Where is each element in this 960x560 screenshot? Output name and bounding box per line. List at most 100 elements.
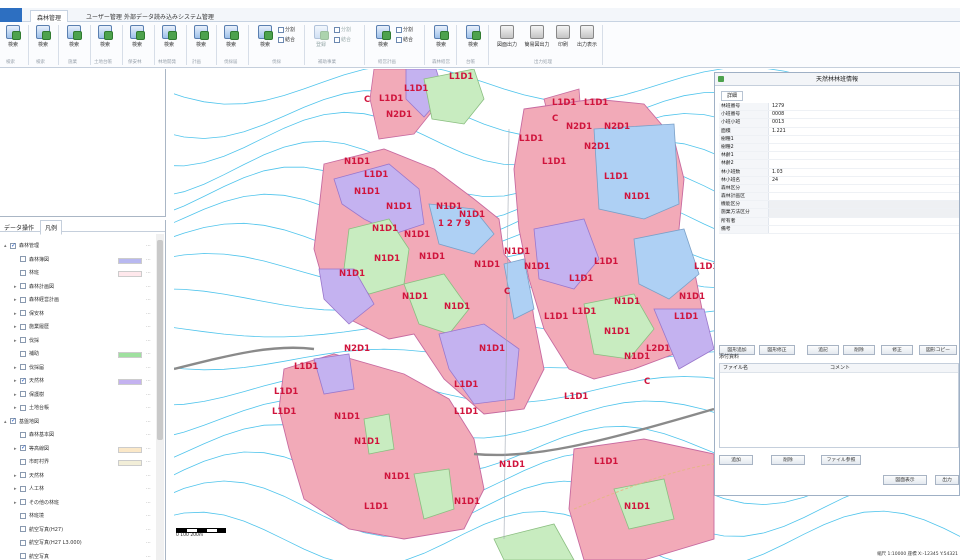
layer-options-icon[interactable]: ⋯ xyxy=(146,432,151,438)
layer-options-icon[interactable]: ⋯ xyxy=(146,378,151,384)
file-tab[interactable] xyxy=(0,8,22,22)
column-comment[interactable]: コメント xyxy=(830,364,850,373)
layer-options-icon[interactable]: ⋯ xyxy=(146,297,151,303)
copy-shape-button[interactable]: 図形コピー xyxy=(919,345,957,355)
layer-options-icon[interactable]: ⋯ xyxy=(146,513,151,519)
split-toggle-3[interactable]: 分割 xyxy=(396,26,413,33)
layer-visibility-checkbox[interactable] xyxy=(20,499,26,505)
layer-options-icon[interactable]: ⋯ xyxy=(146,473,151,479)
layer-row[interactable]: 補助 ⋯ xyxy=(14,350,154,361)
layer-visibility-checkbox[interactable] xyxy=(20,458,26,465)
attribute-value[interactable] xyxy=(769,185,959,192)
map-output-button[interactable]: 図面出力 xyxy=(494,24,520,54)
attribute-value[interactable] xyxy=(769,193,959,200)
layer-row[interactable]: 林班 ⋯ xyxy=(14,269,154,280)
append-button[interactable]: 追記 xyxy=(807,345,839,355)
layer-options-icon[interactable]: ⋯ xyxy=(146,365,151,371)
delete-file-button[interactable]: 削除 xyxy=(771,455,805,465)
layer-visibility-checkbox[interactable] xyxy=(20,310,26,316)
tab-system-management[interactable]: システム管理 xyxy=(172,10,220,22)
layer-row[interactable]: ▸ その他の林班 ⋯ xyxy=(14,499,154,510)
search-button-8[interactable]: 検索 xyxy=(220,24,242,54)
layer-visibility-checkbox[interactable] xyxy=(20,444,26,451)
print-button[interactable]: 印刷 xyxy=(552,24,574,54)
layer-row[interactable]: ▸ 伐採届 ⋯ xyxy=(14,364,154,375)
layer-row[interactable]: 航空写真 ⋯ xyxy=(14,553,154,560)
layer-options-icon[interactable]: ⋯ xyxy=(146,554,151,560)
layer-visibility-checkbox[interactable] xyxy=(20,283,26,289)
delete-button[interactable]: 削除 xyxy=(843,345,875,355)
attribute-value[interactable] xyxy=(769,201,959,209)
split-toggle-1[interactable]: 分割 xyxy=(278,26,295,33)
layer-options-icon[interactable]: ⋯ xyxy=(146,500,151,506)
layer-row[interactable]: ▸ 保安林 ⋯ xyxy=(14,310,154,321)
layer-visibility-checkbox[interactable] xyxy=(20,391,26,397)
search-button-10[interactable]: 検索 xyxy=(372,24,394,54)
layer-row[interactable]: 林班境 ⋯ xyxy=(14,512,154,523)
layer-options-icon[interactable]: ⋯ xyxy=(146,257,151,263)
layer-visibility-checkbox[interactable] xyxy=(20,364,26,370)
layer-row[interactable]: ▸ 土地台帳 ⋯ xyxy=(14,404,154,415)
attribute-value[interactable]: 1.221 xyxy=(769,128,959,135)
layer-visibility-checkbox[interactable] xyxy=(20,539,26,546)
search-button-2[interactable]: 検索 xyxy=(32,24,54,54)
attribute-value[interactable] xyxy=(769,144,959,151)
layer-row[interactable]: ▸天然林⋯ xyxy=(14,472,154,483)
layer-row[interactable]: ▸等高線図⋯ xyxy=(14,444,154,456)
search-button-5[interactable]: 検索 xyxy=(126,24,148,54)
layer-row[interactable]: ▸ 森林計画図 ⋯ xyxy=(14,283,154,294)
merge-toggle-2[interactable]: 結合 xyxy=(334,36,351,43)
layer-options-icon[interactable]: ⋯ xyxy=(146,419,151,425)
layer-options-icon[interactable]: ⋯ xyxy=(146,270,151,276)
tab-data-operation[interactable]: データ操作 xyxy=(0,221,38,234)
layer-visibility-checkbox[interactable] xyxy=(20,323,26,330)
layer-visibility-checkbox[interactable] xyxy=(20,526,26,532)
simple-map-output-button[interactable]: 簡易図出力 xyxy=(524,24,550,54)
layer-visibility-checkbox[interactable] xyxy=(20,512,26,519)
layer-options-icon[interactable]: ⋯ xyxy=(146,405,151,411)
layer-options-icon[interactable]: ⋯ xyxy=(146,459,151,465)
merge-toggle-1[interactable]: 結合 xyxy=(278,36,295,43)
attribute-value[interactable] xyxy=(769,218,959,225)
attribute-value[interactable]: 24 xyxy=(769,177,959,184)
browse-file-button[interactable]: ファイル参照 xyxy=(821,455,861,465)
layer-visibility-checkbox[interactable] xyxy=(10,417,16,424)
pin-icon[interactable] xyxy=(718,76,724,82)
layer-options-icon[interactable]: ⋯ xyxy=(146,527,151,533)
attribute-value[interactable] xyxy=(769,152,959,159)
search-button-6[interactable]: 検索 xyxy=(158,24,180,54)
merge-toggle-3[interactable]: 結合 xyxy=(396,36,413,43)
output-button[interactable]: 出力 xyxy=(935,475,959,485)
attribute-value[interactable]: 1.03 xyxy=(769,169,959,176)
layer-options-icon[interactable]: ⋯ xyxy=(146,284,151,290)
search-button-12[interactable]: 検索 xyxy=(462,24,484,54)
search-button-1[interactable]: 検索 xyxy=(2,24,24,54)
register-button[interactable]: 登録 xyxy=(310,24,332,54)
add-file-button[interactable]: 追加 xyxy=(719,455,753,465)
search-button-3[interactable]: 検索 xyxy=(63,24,85,54)
attribute-value[interactable] xyxy=(769,209,959,217)
layer-visibility-checkbox[interactable] xyxy=(20,377,26,384)
layer-row[interactable]: 市町村界 ⋯ xyxy=(14,458,154,469)
tab-detail[interactable]: 詳細 xyxy=(721,91,743,101)
layer-visibility-checkbox[interactable] xyxy=(20,256,26,262)
layer-row[interactable]: ▴基盤地図⋯ xyxy=(4,417,154,429)
search-button-4[interactable]: 検索 xyxy=(94,24,116,54)
layer-options-icon[interactable]: ⋯ xyxy=(146,324,151,330)
output-display-button[interactable]: 出力表示 xyxy=(576,24,598,54)
show-map-button[interactable]: 図面表示 xyxy=(883,475,927,485)
search-button-7[interactable]: 検索 xyxy=(190,24,212,54)
search-button-11[interactable]: 検索 xyxy=(430,24,452,54)
layer-row[interactable]: 航空写真(H27) ⋯ xyxy=(14,526,154,537)
attribute-value[interactable]: 0013 xyxy=(769,119,959,126)
attribute-value[interactable] xyxy=(769,160,959,167)
split-toggle-2[interactable]: 分割 xyxy=(334,26,351,33)
attribute-value[interactable] xyxy=(769,136,959,143)
stand-polygon[interactable] xyxy=(363,413,395,455)
scrollbar-thumb[interactable] xyxy=(157,240,163,440)
layer-visibility-checkbox[interactable] xyxy=(20,296,26,303)
layer-visibility-checkbox[interactable] xyxy=(20,350,26,357)
modify-button[interactable]: 修正 xyxy=(881,345,913,355)
layer-row[interactable]: ▸ 施業履歴 ⋯ xyxy=(14,323,154,334)
tab-forest-management[interactable]: 森林管理 xyxy=(30,10,69,22)
